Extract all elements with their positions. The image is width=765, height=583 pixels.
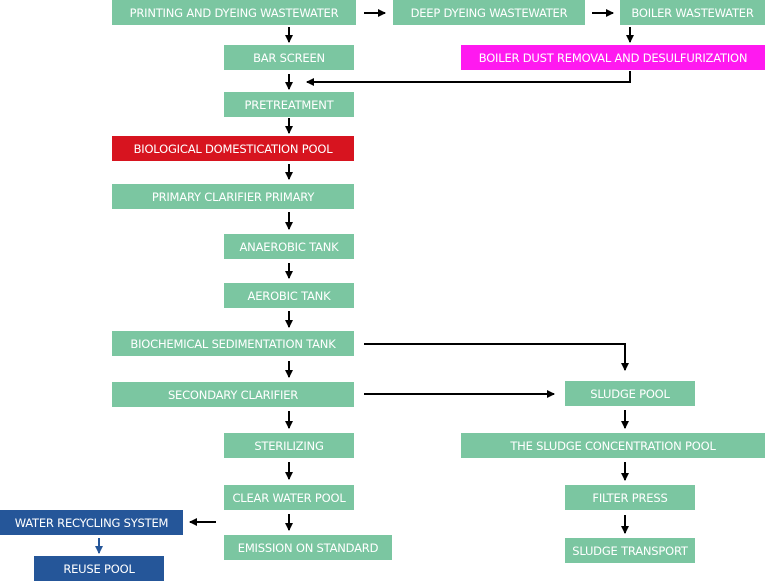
arrow-biochemical-to-sludgepool (364, 343, 629, 371)
node-clear-water-pool: CLEAR WATER POOL (224, 485, 354, 510)
arrow-dust-to-pretreatment (306, 71, 631, 86)
node-printing-dyeing-wastewater: PRINTING AND DYEING WASTEWATER (112, 0, 356, 25)
node-sludge-concentration-pool: THE SLUDGE CONCENTRATION POOL (461, 433, 765, 458)
node-sterilizing: STERILIZING (224, 433, 354, 458)
node-secondary-clarifier: SECONDARY CLARIFIER (112, 382, 354, 407)
node-anaerobic-tank: ANAEROBIC TANK (224, 234, 354, 259)
node-sludge-pool: SLUDGE POOL (565, 381, 695, 406)
node-sludge-transport: SLUDGE TRANSPORT (565, 538, 695, 563)
node-biochemical-sedimentation-tank: BIOCHEMICAL SEDIMENTATION TANK (112, 331, 354, 356)
node-emission-on-standard: EMISSION ON STANDARD (224, 535, 392, 560)
node-boiler-wastewater: BOILER WASTEWATER (620, 0, 765, 25)
node-deep-dyeing-wastewater: DEEP DYEING WASTEWATER (393, 0, 585, 25)
node-aerobic-tank: AEROBIC TANK (224, 283, 354, 308)
node-water-recycling-system: WATER RECYCLING SYSTEM (0, 510, 183, 535)
node-biological-domestication-pool: BIOLOGICAL DOMESTICATION POOL (112, 136, 354, 161)
node-primary-clarifier: PRIMARY CLARIFIER PRIMARY (112, 184, 354, 209)
node-filter-press: FILTER PRESS (565, 485, 695, 510)
node-pretreatment: PRETREATMENT (224, 92, 354, 117)
node-boiler-dust-removal: BOILER DUST REMOVAL AND DESULFURIZATION (461, 45, 765, 70)
node-bar-screen: BAR SCREEN (224, 45, 354, 70)
node-reuse-pool: REUSE POOL (34, 556, 164, 581)
